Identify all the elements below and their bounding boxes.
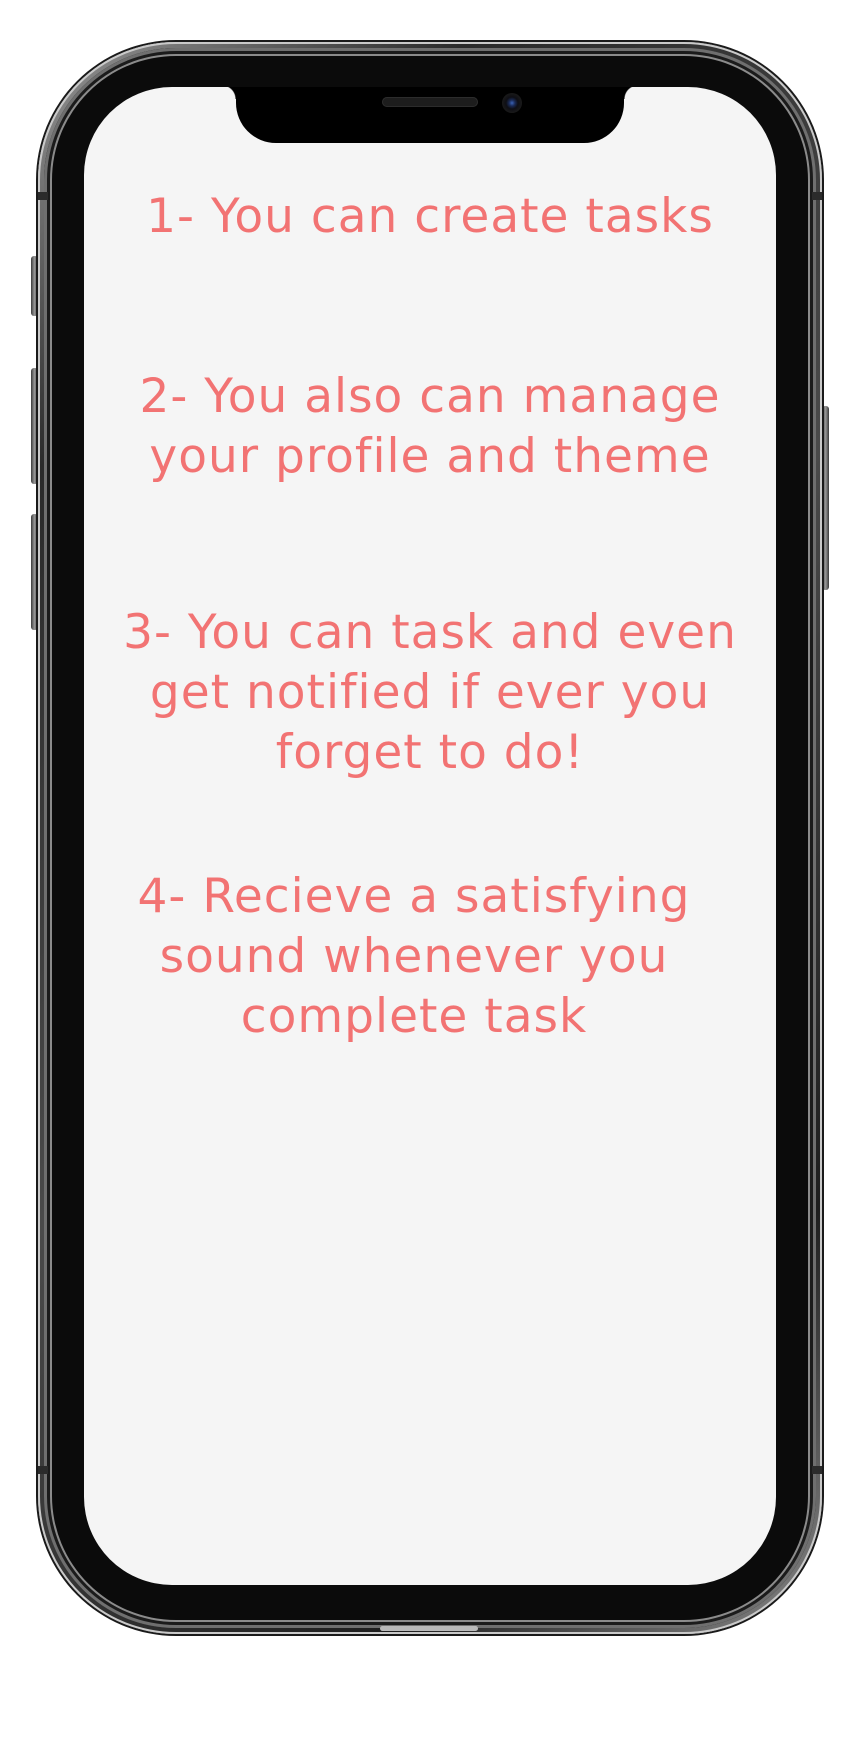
feature-text-line: complete task (240, 989, 588, 1044)
feature-item-completion-sound: 4- Recieve a satisfying sound whenever y… (84, 867, 760, 1047)
feature-text-line: 2- You also can manage (139, 369, 721, 424)
antenna-line (812, 192, 822, 200)
antenna-line (38, 1466, 48, 1474)
notch (222, 87, 638, 143)
silent-switch (31, 256, 38, 316)
feature-item-notifications: 3- You can task and even get notified if… (84, 603, 776, 783)
bottom-edge-highlight (380, 1626, 478, 1631)
feature-text-line: 1- You can create tasks (146, 189, 714, 244)
feature-text-line: 3- You can task and even (123, 605, 737, 660)
feature-item-create-tasks: 1- You can create tasks (84, 187, 776, 247)
feature-text-line: 4- Recieve a satisfying (137, 869, 691, 924)
feature-text-line: forget to do! (275, 725, 585, 780)
power-button (822, 406, 829, 590)
phone-screen: 1- You can create tasks 2- You also can … (84, 87, 776, 1585)
volume-down-button (31, 514, 38, 630)
speaker-grille (382, 97, 478, 107)
volume-up-button (31, 368, 38, 484)
antenna-line (38, 192, 48, 200)
feature-item-manage-profile: 2- You also can manage your profile and … (84, 367, 776, 487)
feature-text-line: sound whenever you (159, 929, 669, 984)
antenna-line (812, 1466, 822, 1474)
feature-text-line: get notified if ever you (149, 665, 711, 720)
feature-text-line: your profile and theme (149, 429, 711, 484)
front-camera-icon (502, 93, 522, 113)
